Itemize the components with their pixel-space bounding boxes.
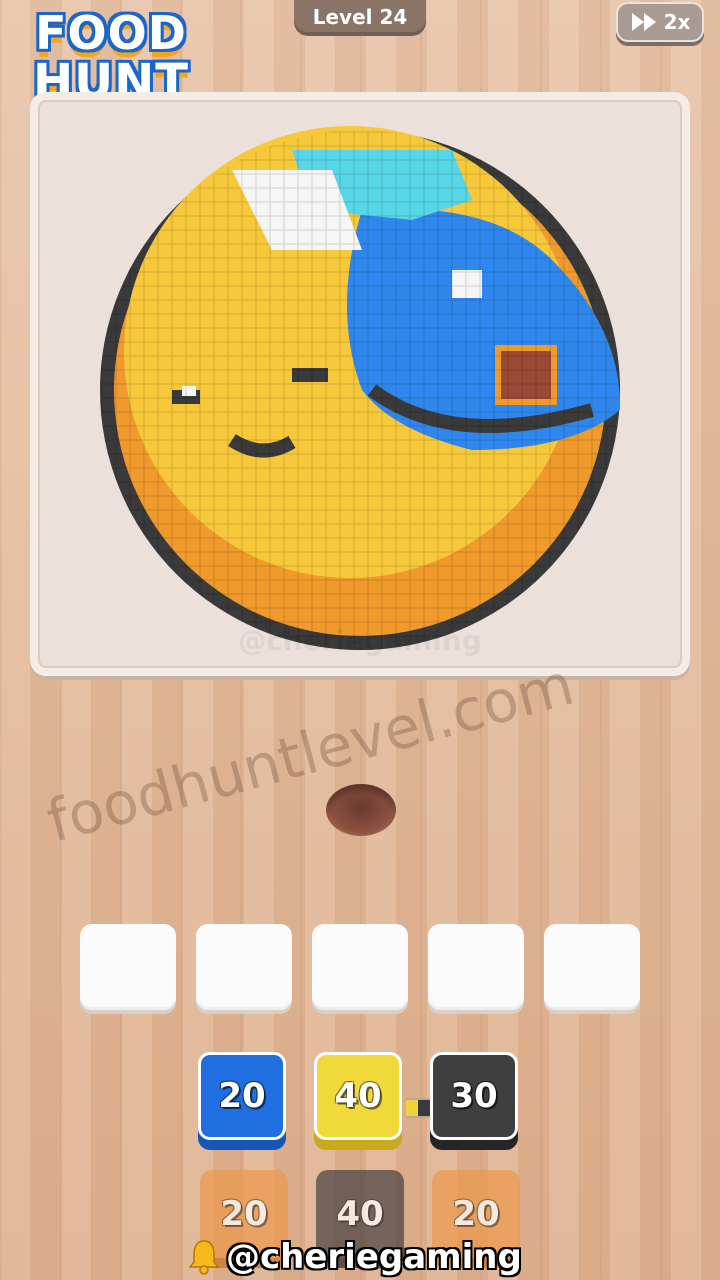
sleeping-moon-pixel-art [100,126,621,650]
tile-blue-20[interactable]: 20 [198,1052,286,1140]
collection-slot-3 [312,924,408,1010]
board-watermark: @cheriegaming [238,624,482,657]
tile-gray-30[interactable]: 30 [430,1052,518,1140]
tile-connector [406,1098,432,1118]
creator-credit: @cheriegaming [188,1236,522,1278]
speed-toggle-button[interactable]: 2x [616,2,704,42]
pixel-art-board: @cheriegaming [30,92,690,676]
level-indicator: Level 24 [294,0,426,36]
fast-forward-icon [631,13,656,31]
site-watermark: foodhuntlevel.com [40,649,581,856]
tile-yellow-40[interactable]: 40 [314,1052,402,1140]
drop-hole [326,784,396,836]
speed-label: 2x [663,10,691,34]
collection-slot-2 [196,924,292,1010]
collection-slot-4 [428,924,524,1010]
creator-handle-text: @cheriegaming [226,1237,522,1277]
bell-icon [188,1240,220,1275]
collection-slot-1 [80,924,176,1010]
logo-word-food: FOOD [35,6,187,60]
collection-slot-5 [544,924,640,1010]
